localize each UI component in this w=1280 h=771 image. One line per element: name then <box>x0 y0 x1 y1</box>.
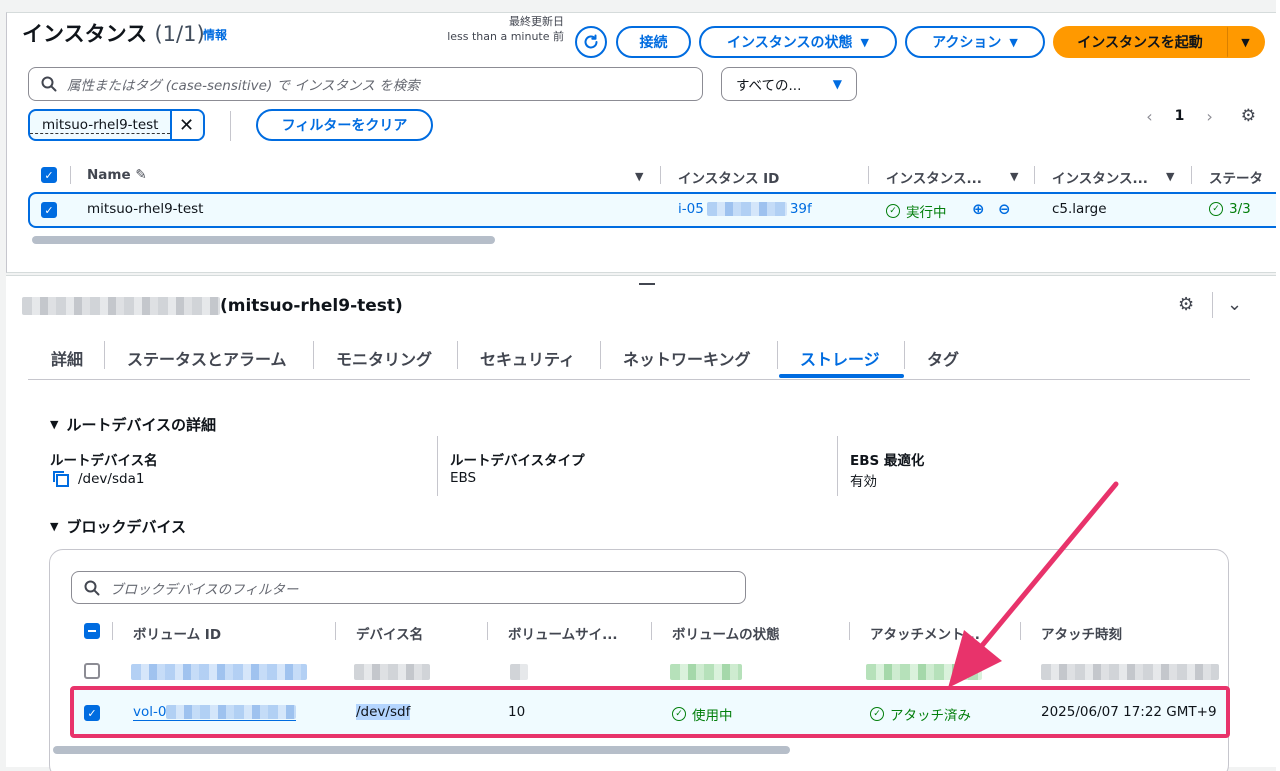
page-scrollbar[interactable] <box>1276 0 1280 771</box>
annotation-arrow <box>948 481 1119 688</box>
